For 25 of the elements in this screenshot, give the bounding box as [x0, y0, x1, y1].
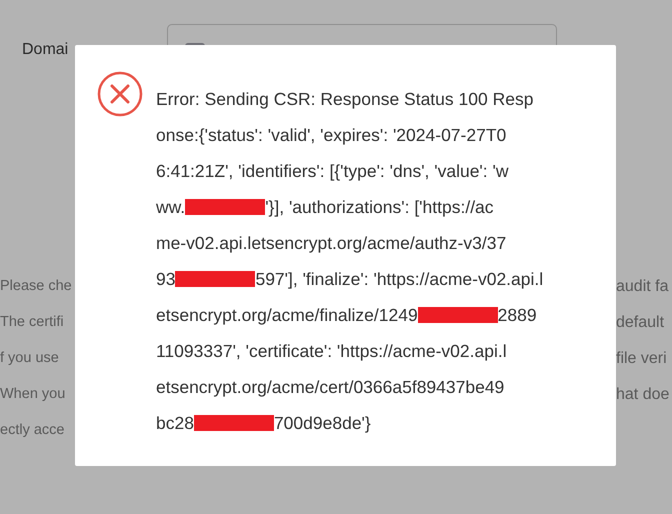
help-text: ectly acce [0, 421, 66, 440]
error-message: 700d9e8de'} [274, 412, 371, 435]
help-text: When you [0, 385, 66, 404]
error-message: '}], 'authorizations': ['https://ac [265, 196, 494, 219]
error-message: 2889 [498, 304, 537, 327]
help-text: file veri [616, 349, 668, 369]
help-text: hat doe [616, 385, 670, 405]
error-message: etsencrypt.org/acme/finalize/1249 [156, 304, 418, 327]
error-message: 6:41:21Z', 'identifiers': [{'type': 'dns', 'value': 'w [156, 160, 508, 183]
error-message: bc28 [156, 412, 194, 435]
help-text: The certifi [0, 313, 65, 332]
help-text: audit fa [616, 277, 670, 297]
field-label: Domai [22, 40, 70, 60]
help-text: Please che [0, 277, 73, 296]
error-message: onse:{'status': 'valid', 'expires': '2024-07-27T0 [156, 124, 506, 147]
help-text: f you use [0, 349, 60, 368]
error-icon [97, 71, 143, 117]
error-message: 597'], 'finalize': 'https://acme-v02.api.l [255, 268, 544, 291]
error-message: Error: Sending CSR: Response Status 100 Resp [156, 88, 534, 111]
error-message: ww. [156, 196, 186, 219]
error-message: 11093337', 'certificate': 'https://acme-v02.api.l [156, 340, 507, 363]
error-message: me-v02.api.letsencrypt.org/acme/authz-v3/37 [156, 232, 506, 255]
help-text: default [616, 313, 666, 333]
error-message: etsencrypt.org/acme/cert/0366a5f89437be49 [156, 376, 504, 399]
error-message: 93 [156, 268, 176, 291]
